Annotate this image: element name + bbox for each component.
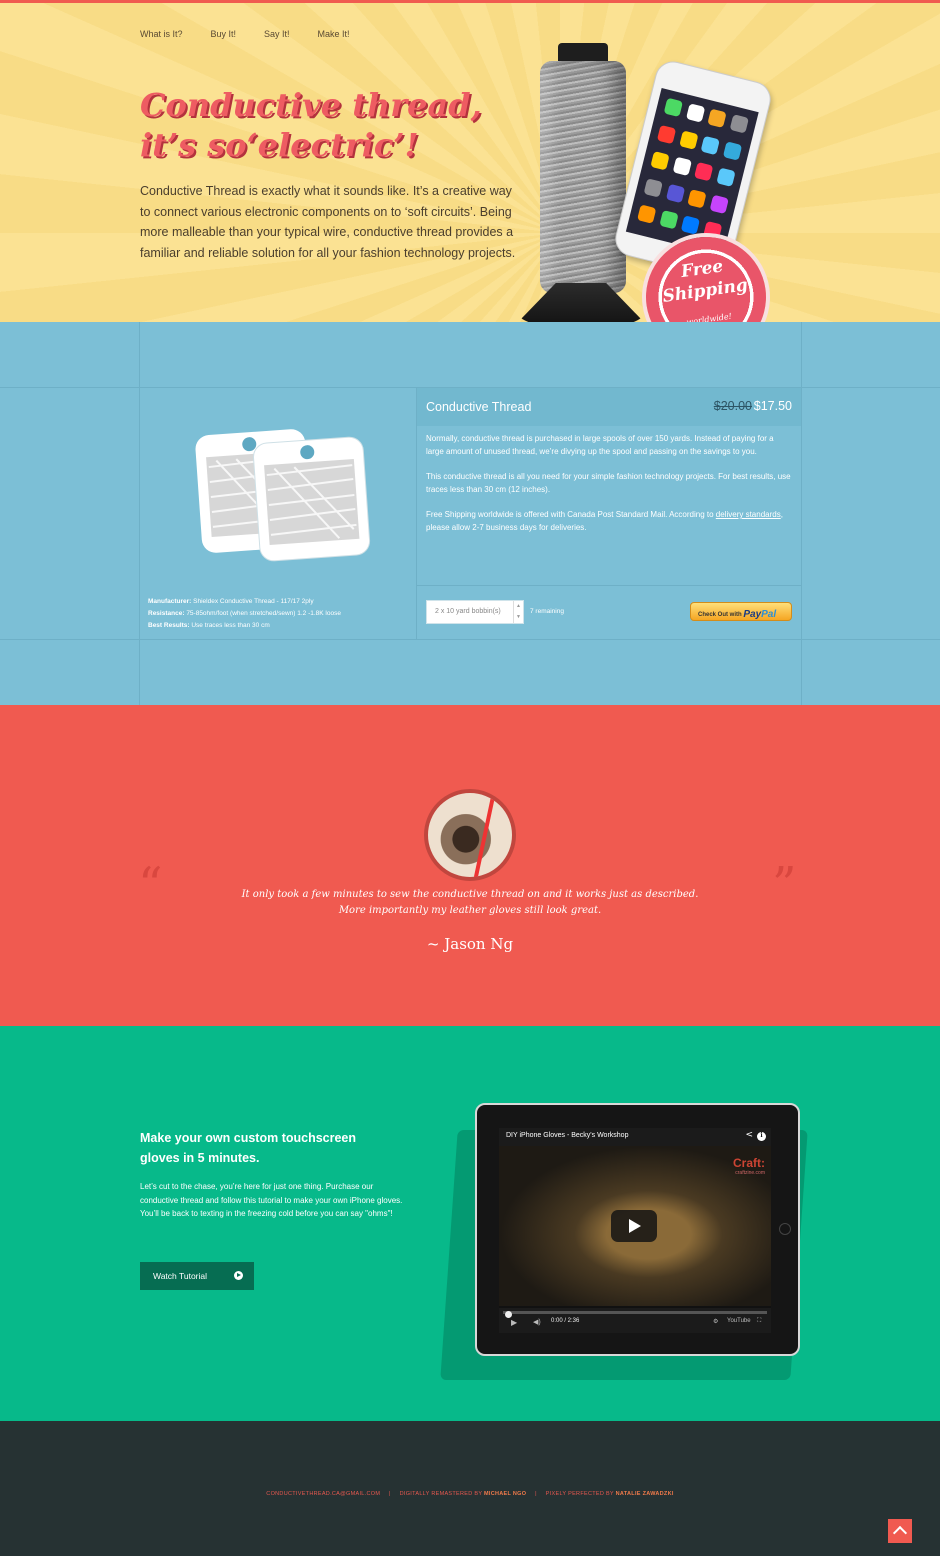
video-frame[interactable]: Craft: craftzine.com xyxy=(499,1146,771,1306)
play-small-icon[interactable]: ▶ xyxy=(511,1318,517,1327)
old-price: $20.00 xyxy=(713,399,752,413)
hero-description: Conductive Thread is exactly what it sou… xyxy=(140,184,516,260)
settings-icon[interactable]: ⚙ xyxy=(713,1318,718,1325)
tablet-frame: DIY iPhone Gloves - Becky's Workshop < i… xyxy=(475,1103,800,1356)
quantity-stepper[interactable]: ▲ ▼ xyxy=(513,601,523,623)
sale-price: $17.50 xyxy=(753,399,792,413)
hero-title-line1: Conductive thread, xyxy=(140,86,482,124)
paypal-logo: PayPal xyxy=(743,609,777,620)
credit-natalie-zawadzki[interactable]: NATALIE ZAWADZKI xyxy=(616,1491,674,1497)
desc-paragraph-3: Free Shipping worldwide is offered with … xyxy=(426,510,783,532)
hero-section: What is It? Buy It! Say It! Make It! Con… xyxy=(0,0,940,322)
nav-buy-it[interactable]: Buy It! xyxy=(211,29,237,39)
testimonial-quote: It only took a few minutes to sew the co… xyxy=(241,889,699,916)
footer-email-link[interactable]: CONDUCTIVETHREAD.CA@GMAIL.COM xyxy=(266,1491,380,1497)
testimonial-avatar xyxy=(424,789,516,881)
spec-resistance: 75-85ohm/foot (when stretched/sewn) 1.2 … xyxy=(186,610,341,617)
play-circle-icon xyxy=(234,1271,243,1280)
fullscreen-icon[interactable]: ⛶ xyxy=(757,1318,761,1325)
share-icon[interactable]: < xyxy=(745,1130,753,1140)
video-time: 0:00 / 2:36 xyxy=(551,1318,580,1324)
tutorial-title: Make your own custom touchscreen gloves … xyxy=(140,1131,357,1165)
badge-worldwide: worldwide! xyxy=(685,311,733,322)
main-nav: What is It? Buy It! Say It! Make It! xyxy=(140,29,350,39)
tutorial-section: Make your own custom touchscreen gloves … xyxy=(0,1026,940,1421)
bobbin-illustration xyxy=(140,388,416,586)
spec-best-results: Use traces less than 30 cm xyxy=(191,622,270,629)
watch-tutorial-button[interactable]: Watch Tutorial xyxy=(140,1262,254,1290)
quote-open-icon: “ xyxy=(138,857,163,913)
video-watermark: Craft: craftzine.com xyxy=(733,1156,765,1176)
nav-say-it[interactable]: Say It! xyxy=(264,29,290,39)
tutorial-description: Let’s cut to the chase, you’re here for … xyxy=(140,1182,403,1218)
footer-credits: CONDUCTIVETHREAD.CA@GMAIL.COM | DIGITALL… xyxy=(266,1491,674,1497)
play-icon[interactable] xyxy=(611,1210,657,1242)
video-progress[interactable] xyxy=(503,1311,767,1318)
spec-manufacturer: Shieldex Conductive Thread - 117/17 2ply xyxy=(193,598,314,605)
info-icon[interactable]: i xyxy=(757,1132,766,1141)
hero-title-line2: it’s so‘electric’! xyxy=(140,126,419,164)
stock-remaining: 7 remaining xyxy=(530,608,564,615)
back-to-top-icon[interactable] xyxy=(888,1519,912,1543)
nav-make-it[interactable]: Make It! xyxy=(318,29,350,39)
progress-handle[interactable] xyxy=(505,1311,512,1318)
testimonial-author: ~ Jason Ng xyxy=(426,935,514,953)
desc-paragraph-2: This conductive thread is all you need f… xyxy=(426,472,791,494)
quote-close-icon: ” xyxy=(772,857,797,913)
product-header: Conductive Thread $20.00 $17.50 xyxy=(417,388,801,426)
thread-spool-image xyxy=(516,43,646,322)
youtube-logo[interactable]: YouTube xyxy=(727,1318,751,1324)
video-title[interactable]: DIY iPhone Gloves - Becky's Workshop xyxy=(506,1132,628,1139)
video-player[interactable]: DIY iPhone Gloves - Becky's Workshop < i… xyxy=(499,1128,771,1333)
tablet-home-button xyxy=(779,1223,791,1235)
product-name: Conductive Thread xyxy=(426,400,532,414)
product-description: Normally, conductive thread is purchased… xyxy=(426,432,792,546)
hero-title: Conductive thread, it’s so‘electric’! xyxy=(140,85,500,165)
delivery-standards-link[interactable]: delivery standards xyxy=(716,510,781,519)
paypal-checkout-button[interactable]: Check Out with PayPal xyxy=(690,602,792,621)
video-controls: ▶ ◀) 0:00 / 2:36 ⚙ YouTube ⛶ xyxy=(499,1308,771,1333)
nav-what-is-it[interactable]: What is It? xyxy=(140,29,183,39)
footer: CONDUCTIVETHREAD.CA@GMAIL.COM | DIGITALL… xyxy=(0,1421,940,1556)
volume-icon[interactable]: ◀) xyxy=(533,1318,541,1326)
credit-michael-ngo[interactable]: MICHAEL NGO xyxy=(484,1491,526,1497)
testimonial-section: “ ” It only took a few minutes to sew th… xyxy=(0,705,940,1026)
desc-paragraph-1: Normally, conductive thread is purchased… xyxy=(426,434,774,456)
quantity-select[interactable]: 2 x 10 yard bobbin(s) ▲ ▼ xyxy=(426,600,524,624)
product-specs: Manufacturer: Shieldex Conductive Thread… xyxy=(148,598,341,629)
